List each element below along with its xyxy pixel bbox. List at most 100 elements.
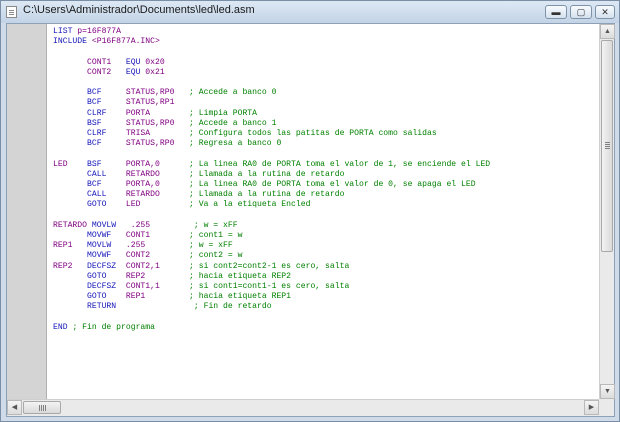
code-area[interactable]: LIST p=16F877A INCLUDE <P16F877A.INC> CON… [47, 24, 599, 399]
code-token: STATUS,RP1 [125, 98, 175, 108]
code-line: CLRF PORTA ; Limpia PORTA [53, 109, 257, 119]
thumb-grip-icon [605, 148, 610, 149]
code-token: REP1 [125, 292, 190, 302]
code-token: ; Llamada a la rutina de retardo [189, 169, 345, 179]
code-line: DECFSZ CONT1,1 ; si cont1=cont1-1 es cer… [53, 282, 349, 292]
code-token: MOVWF [53, 231, 126, 240]
code-token: MOVWF [53, 251, 126, 261]
code-token: MOVLW [91, 220, 131, 230]
code-token: CALL [53, 169, 126, 179]
horizontal-scroll-thumb[interactable] [23, 401, 61, 414]
code-token: CONT1,1 [125, 282, 190, 291]
code-line: MOVWF CONT1 ; cont1 = w [53, 231, 242, 241]
thumb-grip-icon [39, 405, 40, 411]
code-token: 0x20 [140, 57, 165, 67]
code-token: RETARDO [125, 169, 190, 179]
code-token: ; Llamada a la rutina de retardo [189, 190, 345, 200]
code-token: ; Limpia PORTA [189, 108, 258, 118]
code-token: MOVLW [87, 241, 126, 251]
minimize-button[interactable]: ▬ [545, 5, 567, 19]
scroll-right-button[interactable]: ▶ [584, 400, 599, 415]
vertical-scroll-thumb[interactable] [601, 40, 613, 252]
code-token: ; Regresa a banco 0 [189, 139, 282, 149]
code-line: BCF STATUS,RP0 ; Regresa a banco 0 [53, 139, 281, 149]
editor-client: LIST p=16F877A INCLUDE <P16F877A.INC> CON… [6, 23, 615, 417]
thumb-grip-icon [43, 405, 44, 411]
window-title: C:\Users\Administrador\Documents\led\led… [23, 4, 255, 16]
editor-window: C:\Users\Administrador\Documents\led\led… [0, 0, 620, 422]
code-token: PORTA,0 [125, 180, 190, 189]
code-token: END [53, 322, 73, 332]
code-token: GOTO [53, 200, 126, 210]
code-token: ; Accede a banco 0 [189, 88, 277, 98]
code-token: STATUS,RP0 [125, 118, 190, 128]
code-token: BCF [53, 139, 126, 149]
code-token: TRISA [125, 129, 190, 138]
code-token: LED [53, 159, 87, 169]
code-token: p=16F877A [77, 27, 122, 36]
close-button[interactable]: ✕ [595, 5, 615, 19]
code-token: ; La linea RA0 de PORTA toma el valor de… [189, 159, 491, 169]
code-token: BSF [87, 159, 126, 169]
code-line: BCF STATUS,RP1 [53, 98, 174, 108]
thumb-grip-icon [605, 142, 610, 143]
code-token: CONT1 [53, 57, 126, 67]
code-token: .255 [130, 220, 194, 230]
code-token: CONT2 [53, 67, 126, 77]
vertical-scrollbar[interactable]: ▲ ▼ [599, 24, 615, 399]
code-token: EQU [125, 57, 141, 67]
code-token: DECFSZ [87, 261, 126, 271]
code-token: INCLUDE [53, 37, 92, 47]
code-token: GOTO [53, 292, 126, 302]
code-line: BSF STATUS,RP0 ; Accede a banco 1 [53, 119, 276, 129]
code-token: ; Accede a banco 1 [189, 118, 277, 128]
code-line: LED BSF PORTA,0 ; La linea RA0 de PORTA … [53, 160, 490, 170]
scroll-up-button[interactable]: ▲ [600, 24, 615, 39]
code-token: BCF [53, 88, 126, 98]
code-token: REP2 [125, 271, 190, 281]
code-token: PORTA,0 [125, 159, 190, 169]
horizontal-scrollbar[interactable]: ◀ ▶ [7, 399, 599, 416]
code-line: RETARDO MOVLW .255 ; w = xFF [53, 221, 238, 231]
code-token: 0x21 [140, 67, 165, 77]
thumb-grip-icon [605, 146, 610, 147]
code-line: BCF PORTA,0 ; La linea RA0 de PORTA toma… [53, 180, 476, 190]
code-token: STATUS,RP0 [125, 88, 190, 98]
code-token: ; si cont2=cont2-1 es cero, salta [189, 261, 350, 271]
scrollbar-corner [599, 399, 614, 416]
maximize-button[interactable]: ▢ [570, 5, 592, 19]
code-line: RETURN ; Fin de retardo [53, 302, 272, 312]
code-line: LIST p=16F877A [53, 27, 121, 37]
code-token: LIST [53, 27, 78, 36]
title-bar[interactable]: C:\Users\Administrador\Documents\led\led… [1, 1, 619, 23]
code-token: .255 [125, 241, 190, 251]
code-line: CONT1 EQU 0x20 [53, 58, 165, 68]
code-token: ; La linea RA0 de PORTA toma el valor de… [189, 180, 476, 189]
code-token: CLRF [53, 108, 126, 118]
code-token: GOTO [53, 271, 126, 281]
code-token: CONT1 [125, 231, 190, 240]
code-token: CALL [53, 190, 126, 200]
code-line: CALL RETARDO ; Llamada a la rutina de re… [53, 170, 344, 180]
code-token: DECFSZ [53, 282, 126, 291]
code-token: BCF [53, 98, 126, 108]
code-line: END ; Fin de programa [53, 323, 155, 333]
code-token: ; hacia etiqueta REP2 [189, 271, 292, 281]
scroll-left-button[interactable]: ◀ [7, 400, 22, 415]
code-token: <P16F877A.INC> [91, 37, 160, 47]
code-line: GOTO REP1 ; hacia etiqueta REP1 [53, 292, 291, 302]
code-line: GOTO LED ; Va a la etiqueta Encled [53, 200, 310, 210]
code-token: ; Fin de programa [72, 322, 156, 332]
code-token: ; si cont1=cont1-1 es cero, salta [189, 282, 350, 291]
code-token: BCF [53, 180, 126, 189]
code-token: CLRF [53, 129, 126, 138]
code-line: CONT2 EQU 0x21 [53, 68, 165, 78]
code-token: CONT2 [125, 251, 190, 261]
code-token: PORTA [125, 108, 190, 118]
code-line: MOVWF CONT2 ; cont2 = w [53, 251, 242, 261]
scroll-down-button[interactable]: ▼ [600, 384, 615, 399]
code-token: ; Va a la etiqueta Encled [189, 200, 311, 210]
code-token: STATUS,RP0 [125, 139, 190, 149]
code-token: RETURN [53, 302, 151, 312]
code-token: RETARDO [125, 190, 190, 200]
